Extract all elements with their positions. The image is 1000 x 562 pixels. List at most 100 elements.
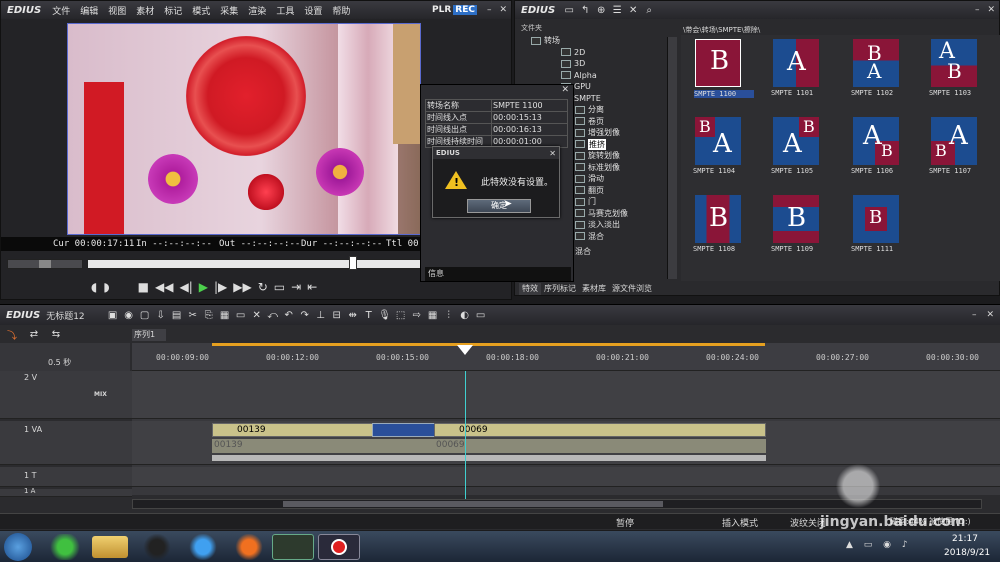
taskbar-app-media[interactable] bbox=[182, 534, 224, 560]
folder-icon[interactable]: ▭ bbox=[561, 3, 577, 17]
delete-icon[interactable]: ✕ bbox=[249, 308, 265, 322]
shuttle-handle[interactable] bbox=[39, 260, 51, 268]
menu-file[interactable]: 文件 bbox=[47, 4, 75, 17]
save-icon[interactable]: ▤ bbox=[169, 308, 185, 322]
thumb-smpte-1105[interactable]: A B SMPTE 1105 bbox=[771, 117, 819, 175]
group-icon[interactable]: ▭ bbox=[233, 308, 249, 322]
menu-help[interactable]: 帮助 bbox=[327, 4, 355, 17]
thumb-smpte-1102[interactable]: B A SMPTE 1102 bbox=[851, 39, 899, 97]
minimize-icon[interactable]: – bbox=[483, 5, 496, 15]
taskbar-app-qq[interactable] bbox=[136, 534, 178, 560]
render-icon[interactable]: ⬚ bbox=[393, 308, 409, 322]
title-icon[interactable]: T bbox=[361, 308, 377, 322]
cut-icon[interactable]: ✂ bbox=[185, 308, 201, 322]
zoom-level[interactable]: 0.5 秒 bbox=[48, 357, 71, 368]
grid-icon[interactable]: ▦ bbox=[425, 308, 441, 322]
new-icon[interactable]: ▢ bbox=[137, 308, 153, 322]
layout-icon[interactable]: ▭ bbox=[473, 308, 489, 322]
menu-clip[interactable]: 素材 bbox=[131, 4, 159, 17]
insert-icon[interactable]: ⇥ bbox=[291, 280, 301, 294]
tree-item-3d[interactable]: 3D bbox=[531, 58, 671, 70]
tab-source-browser[interactable]: 源文件浏览 bbox=[609, 283, 655, 295]
timeline-ruler[interactable]: 00:00:09:00 00:00:12:00 00:00:15:00 00:0… bbox=[132, 343, 1000, 371]
play-icon[interactable]: ▶ bbox=[199, 280, 208, 294]
taskbar-app-explorer[interactable] bbox=[92, 536, 128, 558]
set-out-icon[interactable]: ◗ bbox=[103, 280, 109, 294]
close-icon[interactable]: ✕ bbox=[495, 5, 511, 15]
taskbar-app-firefox[interactable] bbox=[228, 534, 270, 560]
mode-sync-icon[interactable]: ⇆ bbox=[48, 327, 64, 341]
menu-capture[interactable]: 采集 bbox=[215, 4, 243, 17]
rewind-icon[interactable]: ◀◀ bbox=[155, 280, 173, 294]
dialog-close-icon[interactable]: ✕ bbox=[549, 149, 556, 158]
timeline-scroll-thumb[interactable] bbox=[283, 501, 663, 507]
menu-tools[interactable]: 工具 bbox=[271, 4, 299, 17]
position-handle[interactable] bbox=[349, 256, 357, 270]
tree-item-alpha[interactable]: Alpha bbox=[531, 70, 671, 82]
bin-minimize-icon[interactable]: – bbox=[971, 5, 984, 15]
thumb-smpte-1104[interactable]: B A SMPTE 1104 bbox=[693, 117, 741, 175]
menu-mode[interactable]: 模式 bbox=[187, 4, 215, 17]
transition-block[interactable] bbox=[372, 423, 436, 437]
ripple-delete-icon[interactable]: ⤺ bbox=[265, 308, 281, 322]
track-header-1t[interactable]: 1 T bbox=[0, 467, 132, 487]
sequence-tab[interactable]: 序列1 bbox=[132, 329, 166, 341]
delete-icon[interactable]: ✕ bbox=[625, 3, 641, 17]
loop-icon[interactable]: ↻ bbox=[258, 280, 268, 294]
set-in-icon[interactable]: ◖ bbox=[91, 280, 97, 294]
dialog-ok-button[interactable]: 确定 bbox=[467, 199, 531, 213]
menu-settings[interactable]: 设置 bbox=[299, 4, 327, 17]
plr-button[interactable]: PLR bbox=[430, 5, 453, 15]
add-marker-icon[interactable]: ⊟ bbox=[329, 308, 345, 322]
playhead-marker[interactable] bbox=[457, 345, 473, 355]
video-clip-00139[interactable]: 00139 bbox=[212, 423, 374, 437]
start-button[interactable] bbox=[4, 533, 32, 561]
thumb-smpte-1108[interactable]: B SMPTE 1108 bbox=[693, 195, 741, 253]
info-close-icon[interactable]: ✕ bbox=[561, 85, 569, 95]
step-forward-icon[interactable]: |▶ bbox=[214, 280, 227, 294]
tree-item-transition[interactable]: 转场 bbox=[531, 35, 671, 47]
timeline-minimize-icon[interactable]: – bbox=[968, 310, 981, 320]
step-back-icon[interactable]: ◀| bbox=[179, 280, 192, 294]
menu-view[interactable]: 视图 bbox=[103, 4, 131, 17]
stop-icon[interactable]: ■ bbox=[138, 280, 149, 294]
up-folder-icon[interactable]: ↰ bbox=[577, 3, 593, 17]
redo-icon[interactable]: ↷ bbox=[297, 308, 313, 322]
overwrite-icon[interactable]: ⇤ bbox=[307, 280, 317, 294]
taskbar-app-edius[interactable] bbox=[272, 534, 314, 560]
snap-icon[interactable]: ⊥ bbox=[313, 308, 329, 322]
thumb-smpte-1100[interactable]: B SMPTE 1100 bbox=[694, 39, 754, 98]
menu-edit[interactable]: 编辑 bbox=[75, 4, 103, 17]
video-clip-00069[interactable]: 00069 bbox=[434, 423, 766, 437]
fast-forward-icon[interactable]: ▶▶ bbox=[233, 280, 251, 294]
audio-clip-00139[interactable]: 00139 bbox=[212, 439, 434, 453]
open-icon[interactable]: ⇩ bbox=[153, 308, 169, 322]
export-icon[interactable]: ⇨ bbox=[409, 308, 425, 322]
thumb-smpte-1103[interactable]: A B SMPTE 1103 bbox=[929, 39, 977, 97]
thumb-smpte-1109[interactable]: B SMPTE 1109 bbox=[771, 195, 819, 253]
paste-icon[interactable]: ▦ bbox=[217, 308, 233, 322]
thumb-smpte-1101[interactable]: A SMPTE 1101 bbox=[771, 39, 819, 97]
view-icon[interactable]: ☰ bbox=[609, 3, 625, 17]
mode-ripple-icon[interactable]: ⇄ bbox=[26, 327, 42, 341]
track-header-1va[interactable]: 1 VA bbox=[0, 421, 132, 465]
thumb-smpte-1111[interactable]: B SMPTE 1111 bbox=[851, 195, 899, 253]
undo-icon[interactable]: ↶ bbox=[281, 308, 297, 322]
bin-close-icon[interactable]: ✕ bbox=[983, 5, 999, 15]
position-bar[interactable] bbox=[87, 259, 421, 269]
new-sequence-icon[interactable]: ▣ bbox=[105, 308, 121, 322]
tab-sequence-marker[interactable]: 序列标记 bbox=[541, 283, 579, 295]
mode-insert-icon[interactable]: ⤵ bbox=[4, 327, 20, 342]
output-icon[interactable]: ▭ bbox=[274, 280, 285, 294]
menu-marker[interactable]: 标记 bbox=[159, 4, 187, 17]
taskbar-app-360[interactable] bbox=[44, 534, 86, 560]
thumb-smpte-1106[interactable]: A B SMPTE 1106 bbox=[851, 117, 899, 175]
mixer-icon[interactable]: ⫶ bbox=[441, 308, 457, 322]
split-icon[interactable]: ⇹ bbox=[345, 308, 361, 322]
track-header-2v[interactable]: 2 V MIX bbox=[0, 371, 132, 419]
tab-asset-bin[interactable]: 素材库 bbox=[579, 283, 609, 295]
track-header-1a[interactable]: 1 A bbox=[0, 487, 132, 497]
add-effect-icon[interactable]: ⊕ bbox=[593, 3, 609, 17]
voiceover-icon[interactable]: 🎙 bbox=[377, 308, 393, 322]
menu-render[interactable]: 渲染 bbox=[243, 4, 271, 17]
